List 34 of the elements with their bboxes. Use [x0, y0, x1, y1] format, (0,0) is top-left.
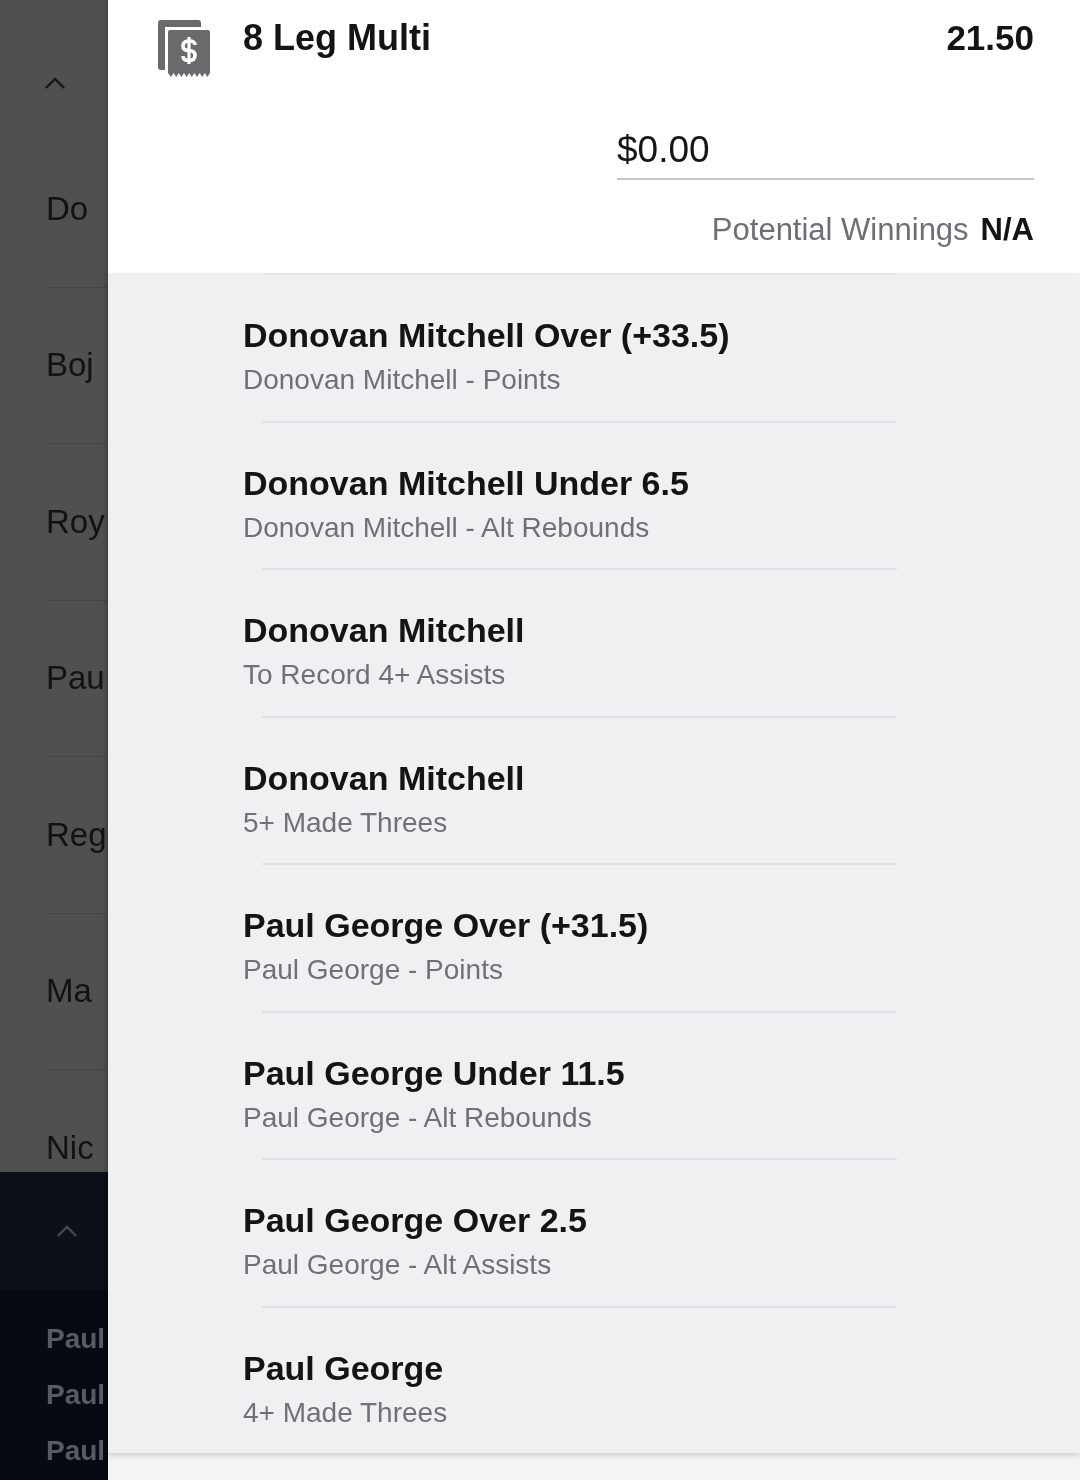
leg-market: Donovan Mitchell - Alt Rebounds [243, 510, 650, 545]
bet-title: 8 Leg Multi [243, 18, 431, 58]
chevron-up-icon [44, 77, 66, 90]
leg-market: 5+ Made Threes [243, 805, 448, 840]
leg-market: To Record 4+ Assists [243, 658, 506, 692]
list-item-text: Paul [46, 1379, 106, 1411]
leg-selection: Donovan Mitchell Under 6.5 [243, 462, 689, 503]
list-item-text: Nic [46, 1128, 94, 1167]
leg-selection: Donovan Mitchell [243, 757, 525, 798]
potential-winnings-value: N/A [980, 211, 1034, 249]
list-item-text: Roy [46, 502, 105, 541]
leg-market: Paul George - Alt Rebounds [243, 1100, 592, 1135]
leg-market: Paul George - Points [243, 953, 503, 987]
list-item-text: Reg [46, 815, 107, 854]
stake-field[interactable]: $0.00 [617, 122, 1034, 180]
leg-selection: Paul George [243, 1347, 444, 1388]
leg-selection: Donovan Mitchell [243, 610, 525, 650]
leg-selection: Paul George Over (+31.5) [243, 905, 649, 945]
leg-market: Paul George - Alt Assists [243, 1248, 552, 1282]
list-item-text: Paul [46, 1323, 106, 1355]
odds-value: 21.50 [946, 18, 1034, 58]
potential-winnings-label: Potential Winnings [711, 211, 969, 249]
leg-market: 4+ Made Threes [243, 1395, 448, 1430]
chevron-up-icon [56, 1224, 78, 1238]
list-item-text: Pau [46, 659, 105, 698]
leg-market: Donovan Mitchell - Points [243, 363, 561, 397]
list-item-text: Boj [46, 346, 94, 385]
leg-selection: Paul George Under 11.5 [243, 1052, 625, 1093]
leg-selection: Paul George Over 2.5 [243, 1200, 587, 1240]
list-item-text: Ma [46, 972, 92, 1011]
leg-selection: Donovan Mitchell Over (+33.5) [243, 315, 730, 355]
receipt-dollar-icon [158, 20, 210, 77]
list-item-text: Paul [46, 1435, 106, 1467]
list-item-text: Do [46, 189, 89, 228]
